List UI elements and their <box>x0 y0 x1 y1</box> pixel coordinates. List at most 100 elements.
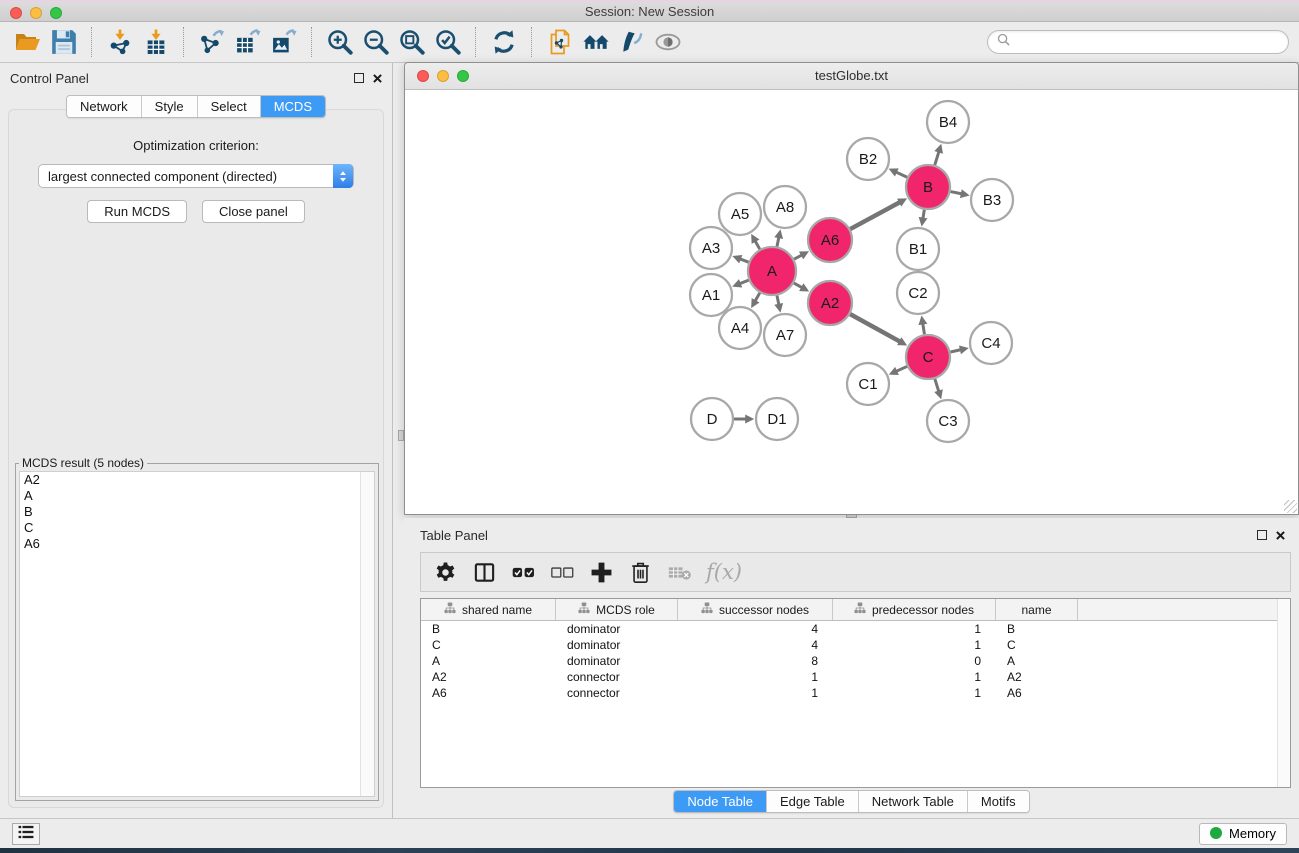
cell[interactable]: 4 <box>678 622 833 636</box>
cell[interactable]: A2 <box>996 670 1078 684</box>
graph-edge-A2-C[interactable] <box>850 314 901 342</box>
graph-edge-C-C2[interactable] <box>923 323 925 335</box>
open-folder-icon[interactable] <box>10 26 46 58</box>
graph-edge-A-A7[interactable] <box>777 295 779 305</box>
tab-style[interactable]: Style <box>141 96 197 117</box>
add-icon[interactable] <box>585 556 617 588</box>
zoom-in-icon[interactable] <box>322 26 358 58</box>
search-field[interactable] <box>987 30 1289 54</box>
tab-mcds[interactable]: MCDS <box>260 96 325 117</box>
zoom-out-icon[interactable] <box>358 26 394 58</box>
pen-icon[interactable] <box>614 26 650 58</box>
table-row[interactable]: Bdominator41B <box>421 621 1290 637</box>
close-table-panel-icon[interactable] <box>1276 531 1285 540</box>
list-item[interactable]: A6 <box>20 536 374 552</box>
column-header[interactable]: MCDS role <box>556 599 678 620</box>
cell[interactable]: B <box>421 622 556 636</box>
graph-edge-A-A4[interactable] <box>755 293 760 302</box>
zoom-fit-icon[interactable] <box>394 26 430 58</box>
cell[interactable]: connector <box>556 670 678 684</box>
tab-motifs[interactable]: Motifs <box>967 791 1029 812</box>
refresh-icon[interactable] <box>486 26 522 58</box>
graph-edge-B-B4[interactable] <box>935 151 939 165</box>
tab-edge-table[interactable]: Edge Table <box>766 791 858 812</box>
graph-edge-B-B1[interactable] <box>923 210 925 220</box>
graph-edge-C-C3[interactable] <box>935 379 939 392</box>
column-header[interactable]: successor nodes <box>678 599 833 620</box>
memory-button[interactable]: Memory <box>1199 823 1287 845</box>
settings-gear-icon[interactable] <box>429 556 461 588</box>
close-window-button[interactable] <box>10 7 22 19</box>
cell[interactable]: connector <box>556 686 678 700</box>
column-header[interactable]: predecessor nodes <box>833 599 996 620</box>
unselect-all-icon[interactable] <box>546 556 578 588</box>
table-row[interactable]: A6connector11A6 <box>421 685 1290 701</box>
cell[interactable]: C <box>421 638 556 652</box>
cell[interactable]: C <box>996 638 1078 652</box>
minimize-window-button[interactable] <box>30 7 42 19</box>
graph-edge-A-A5[interactable] <box>755 240 760 249</box>
export-network-icon[interactable] <box>194 26 230 58</box>
export-table-icon[interactable] <box>230 26 266 58</box>
scrollbar[interactable] <box>1277 599 1290 787</box>
cell[interactable]: A6 <box>996 686 1078 700</box>
graph-edge-B-B3[interactable] <box>951 192 963 194</box>
scrollbar[interactable] <box>360 472 374 796</box>
graph-edge-A-A8[interactable] <box>777 236 779 246</box>
network-minimize-button[interactable] <box>437 70 449 82</box>
close-panel-button[interactable]: Close panel <box>202 200 305 223</box>
network-close-button[interactable] <box>417 70 429 82</box>
network-zoom-button[interactable] <box>457 70 469 82</box>
cell[interactable]: B <box>996 622 1078 636</box>
search-input[interactable] <box>1015 34 1279 51</box>
column-header[interactable]: name <box>996 599 1078 620</box>
graph-edge-A6-B[interactable] <box>850 202 901 229</box>
graph-edge-A-A2[interactable] <box>794 283 803 288</box>
graph-edge-A-A1[interactable] <box>739 280 749 284</box>
tab-network-table[interactable]: Network Table <box>858 791 967 812</box>
home-icon[interactable] <box>578 26 614 58</box>
table-row[interactable]: Adominator80A <box>421 653 1290 669</box>
list-item[interactable]: A2 <box>20 472 374 488</box>
import-network-icon[interactable] <box>102 26 138 58</box>
graph-edge-A-A6[interactable] <box>794 255 803 260</box>
cell[interactable]: A2 <box>421 670 556 684</box>
graph-edge-A-A3[interactable] <box>739 259 749 263</box>
cell[interactable]: A <box>996 654 1078 668</box>
cell[interactable]: dominator <box>556 654 678 668</box>
graph-edge-C-C4[interactable] <box>950 350 961 353</box>
import-table-icon[interactable] <box>138 26 174 58</box>
list-item[interactable]: B <box>20 504 374 520</box>
list-item[interactable]: A <box>20 488 374 504</box>
table-row[interactable]: A2connector11A2 <box>421 669 1290 685</box>
export-image-icon[interactable] <box>266 26 302 58</box>
show-columns-icon[interactable] <box>468 556 500 588</box>
cell[interactable]: 1 <box>678 670 833 684</box>
graph-edge-B-B2[interactable] <box>895 172 907 178</box>
float-table-panel-icon[interactable] <box>1257 530 1267 540</box>
run-mcds-button[interactable]: Run MCDS <box>87 200 187 223</box>
eye-icon[interactable] <box>650 26 686 58</box>
cell[interactable]: 4 <box>678 638 833 652</box>
column-header[interactable]: shared name <box>421 599 556 620</box>
cell[interactable]: A6 <box>421 686 556 700</box>
cell[interactable]: 1 <box>678 686 833 700</box>
list-item[interactable]: C <box>20 520 374 536</box>
delete-icon[interactable] <box>624 556 656 588</box>
table-row[interactable]: Cdominator41C <box>421 637 1290 653</box>
cell[interactable]: dominator <box>556 638 678 652</box>
float-panel-icon[interactable] <box>354 73 364 83</box>
window-resize-grip[interactable] <box>1284 500 1297 513</box>
zoom-selected-icon[interactable] <box>430 26 466 58</box>
criterion-dropdown[interactable]: largest connected component (directed) <box>38 164 354 188</box>
cell[interactable]: 1 <box>833 638 996 652</box>
cell[interactable]: 1 <box>833 622 996 636</box>
cell[interactable]: 8 <box>678 654 833 668</box>
duplicate-network-icon[interactable] <box>542 26 578 58</box>
network-canvas[interactable]: B4B2BB3A5A8A6A3B1AA1C2A2A4A7C4CC1C3DD1 <box>405 90 1298 514</box>
cell[interactable]: 1 <box>833 686 996 700</box>
select-all-icon[interactable] <box>507 556 539 588</box>
graph-edge-C-C1[interactable] <box>895 366 907 371</box>
cell[interactable]: 0 <box>833 654 996 668</box>
tab-select[interactable]: Select <box>197 96 260 117</box>
